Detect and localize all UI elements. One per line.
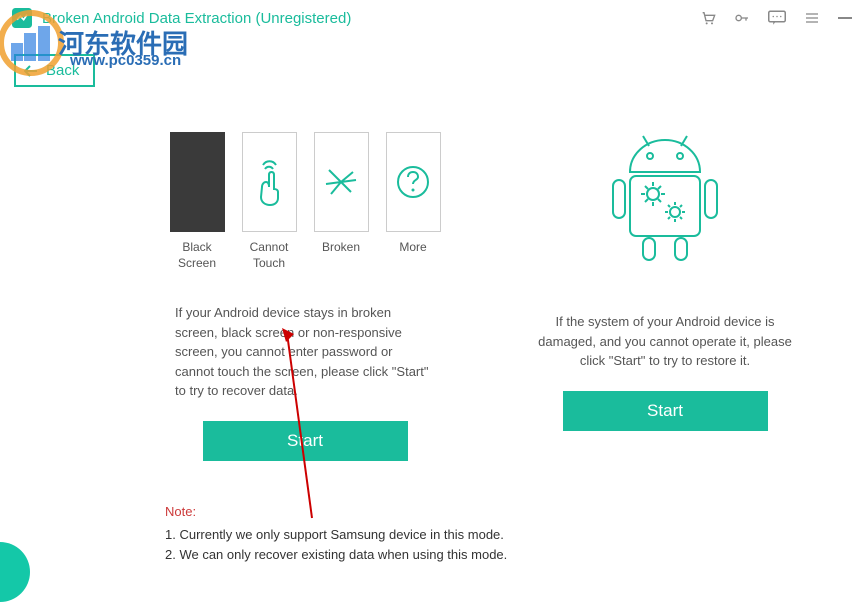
titlebar: Broken Android Data Extraction (Unregist… [0,0,864,36]
right-start-button[interactable]: Start [563,391,768,431]
app-title: Broken Android Data Extraction (Unregist… [42,10,700,27]
right-panel: If the system of your Android device is … [515,132,815,461]
options-row: Black Screen Cannot Touch Broken More [168,132,442,271]
note-line-1: 1. Currently we only support Samsung dev… [165,525,507,545]
option-broken[interactable]: Broken [312,132,370,271]
option-label: Broken [322,240,360,256]
option-cannot-touch[interactable]: Cannot Touch [240,132,298,271]
main-content: Black Screen Cannot Touch Broken More [0,36,864,461]
notes-section: Note: 1. Currently we only support Samsu… [165,504,507,564]
right-description: If the system of your Android device is … [530,312,800,371]
note-line-2: 2. We can only recover existing data whe… [165,545,507,565]
back-arrow-icon [24,65,38,77]
android-gear-icon [595,132,735,262]
note-header: Note: [165,504,507,519]
more-icon [386,132,441,232]
option-label: Cannot Touch [240,240,298,271]
cart-icon[interactable] [700,10,716,26]
back-label: Back [46,62,79,79]
left-start-button[interactable]: Start [203,421,408,461]
option-label: Black Screen [168,240,226,271]
option-more[interactable]: More [384,132,442,271]
option-label: More [399,240,426,256]
left-panel: Black Screen Cannot Touch Broken More [155,132,455,461]
option-black-screen[interactable]: Black Screen [168,132,226,271]
menu-icon[interactable] [804,10,820,26]
key-icon[interactable] [734,10,750,26]
minimize-icon[interactable] [838,17,852,19]
touch-icon [242,132,297,232]
feedback-icon[interactable] [768,10,786,26]
broken-icon [314,132,369,232]
corner-decoration [0,542,30,602]
black-screen-icon [170,132,225,232]
app-icon [12,8,32,28]
back-button[interactable]: Back [14,54,95,87]
left-description: If your Android device stays in broken s… [175,303,435,401]
